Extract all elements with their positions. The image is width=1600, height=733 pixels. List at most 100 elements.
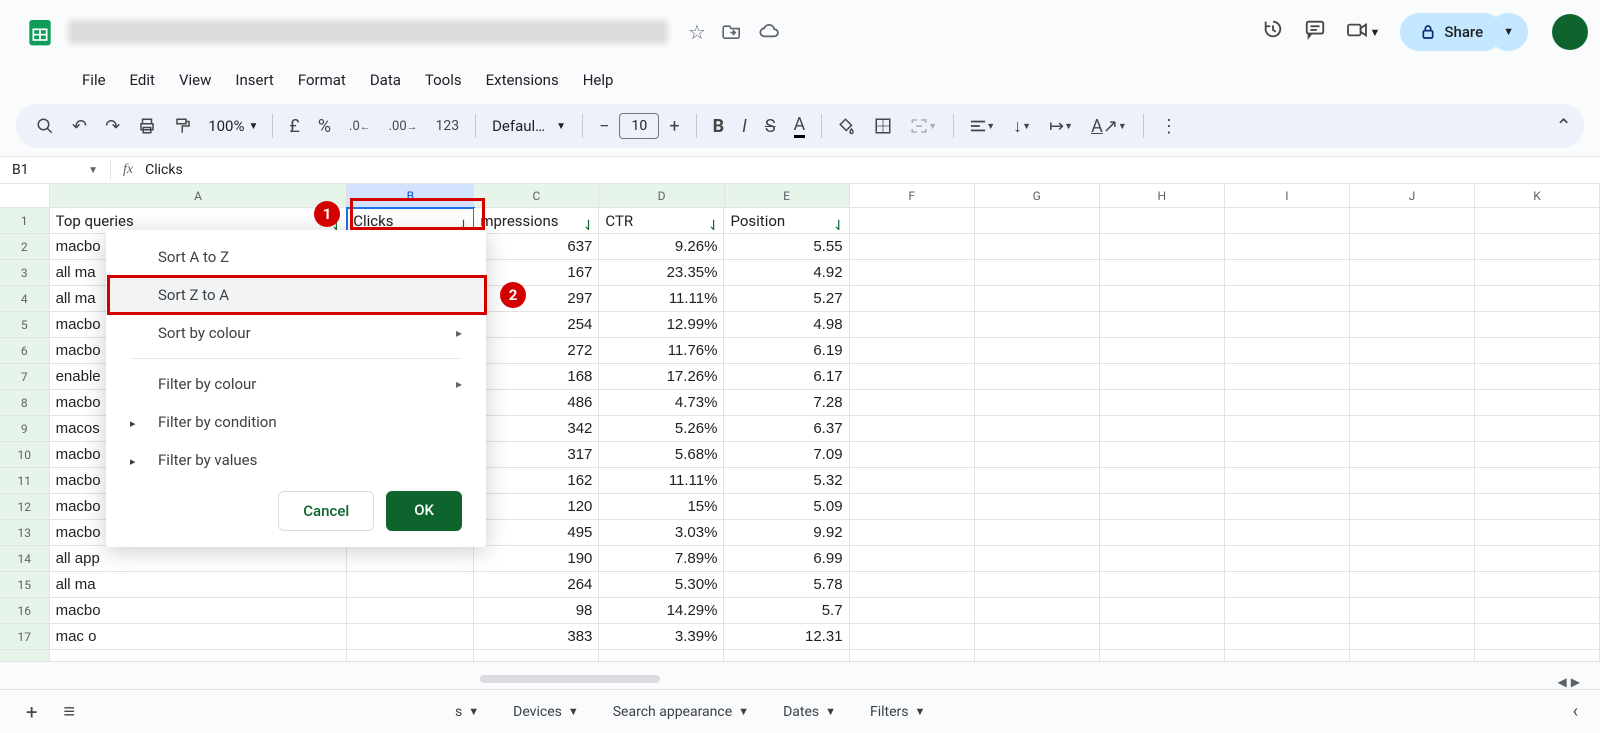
menu-extensions[interactable]: Extensions xyxy=(476,67,569,93)
cell[interactable] xyxy=(1225,338,1350,364)
cell[interactable]: 5.55 xyxy=(724,234,849,260)
cell[interactable] xyxy=(347,572,474,598)
cell[interactable] xyxy=(1350,390,1475,416)
row-header[interactable]: 16 xyxy=(0,598,50,624)
cell[interactable] xyxy=(1225,650,1350,662)
meet-dropdown-icon[interactable]: ▼ xyxy=(1370,26,1381,39)
cell[interactable]: 5.26% xyxy=(599,416,724,442)
cell[interactable]: 12.31 xyxy=(724,624,849,650)
cell[interactable]: 254 xyxy=(474,312,599,338)
account-avatar[interactable] xyxy=(1552,14,1588,50)
cell[interactable] xyxy=(1100,234,1225,260)
sort-by-colour[interactable]: Sort by colour▸ xyxy=(106,314,486,352)
cell[interactable] xyxy=(975,442,1100,468)
cell[interactable] xyxy=(975,468,1100,494)
cell[interactable] xyxy=(1100,338,1225,364)
row-header[interactable]: 7 xyxy=(0,364,50,390)
cell[interactable]: 168 xyxy=(474,364,599,390)
cell[interactable] xyxy=(1475,390,1600,416)
halign-icon[interactable]: ▼ xyxy=(962,113,1003,139)
tab-dropdown-icon[interactable]: ▼ xyxy=(825,705,836,718)
font-select[interactable]: Defaul… ▼ xyxy=(484,117,574,135)
cell[interactable]: 4.98 xyxy=(724,312,849,338)
move-icon[interactable] xyxy=(722,20,742,44)
cell[interactable]: 12.99% xyxy=(599,312,724,338)
cell[interactable] xyxy=(1350,208,1475,234)
cell[interactable] xyxy=(850,650,975,662)
cell[interactable]: 9.26% xyxy=(599,234,724,260)
cell[interactable]: mac o xyxy=(50,624,348,650)
cell[interactable] xyxy=(975,208,1100,234)
cell[interactable] xyxy=(1475,338,1600,364)
collapse-toolbar-icon[interactable]: ⌃ xyxy=(1555,114,1572,138)
comment-icon[interactable] xyxy=(1304,18,1326,46)
cell[interactable] xyxy=(347,624,474,650)
cell[interactable] xyxy=(975,416,1100,442)
cell[interactable] xyxy=(975,494,1100,520)
cell[interactable]: 98 xyxy=(474,598,599,624)
cell[interactable] xyxy=(1475,416,1600,442)
ok-button[interactable]: OK xyxy=(386,491,462,531)
cell[interactable] xyxy=(975,520,1100,546)
cell[interactable] xyxy=(599,650,724,662)
cell[interactable] xyxy=(1350,650,1475,662)
filter-by-colour[interactable]: Filter by colour▸ xyxy=(106,365,486,403)
select-all-corner[interactable] xyxy=(0,184,50,207)
cell[interactable] xyxy=(850,234,975,260)
cell[interactable]: 4.73% xyxy=(599,390,724,416)
cell[interactable] xyxy=(975,312,1100,338)
cell[interactable]: 5.09 xyxy=(724,494,849,520)
zoom-select[interactable]: 100% ▼ xyxy=(202,117,264,135)
cell[interactable]: 6.17 xyxy=(724,364,849,390)
col-header-B[interactable]: B xyxy=(347,184,474,207)
cell[interactable] xyxy=(975,260,1100,286)
cell[interactable] xyxy=(1475,546,1600,572)
row-header[interactable]: 9 xyxy=(0,416,50,442)
cell[interactable] xyxy=(347,546,474,572)
cell[interactable]: 7.28 xyxy=(724,390,849,416)
cell[interactable] xyxy=(50,650,348,662)
cell[interactable] xyxy=(1350,260,1475,286)
cell[interactable] xyxy=(1100,312,1225,338)
redo-icon[interactable]: ↷ xyxy=(97,110,128,143)
cell[interactable] xyxy=(850,286,975,312)
cell[interactable] xyxy=(347,650,474,662)
cell[interactable]: 383 xyxy=(474,624,599,650)
cell[interactable] xyxy=(1100,364,1225,390)
cell[interactable] xyxy=(1100,468,1225,494)
cell[interactable] xyxy=(1100,624,1225,650)
wrap-icon[interactable]: ↦ ▼ xyxy=(1041,110,1081,143)
cell[interactable]: 297 xyxy=(474,286,599,312)
cell[interactable] xyxy=(1475,286,1600,312)
cell[interactable]: 6.99 xyxy=(724,546,849,572)
cell[interactable] xyxy=(1100,494,1225,520)
cell[interactable]: all ma xyxy=(50,572,348,598)
cell[interactable]: 7.89% xyxy=(599,546,724,572)
increase-decimal-icon[interactable]: .00→ xyxy=(381,113,426,140)
cell[interactable] xyxy=(1225,260,1350,286)
cell[interactable]: 5.78 xyxy=(724,572,849,598)
cell[interactable]: 11.11% xyxy=(599,286,724,312)
cell[interactable] xyxy=(1225,234,1350,260)
cell[interactable]: 17.26% xyxy=(599,364,724,390)
merge-icon[interactable]: ▼ xyxy=(902,111,945,141)
tab-dropdown-icon[interactable]: ▼ xyxy=(915,705,926,718)
cell[interactable] xyxy=(1225,208,1350,234)
cell[interactable] xyxy=(1225,364,1350,390)
cell[interactable] xyxy=(1225,520,1350,546)
cell[interactable] xyxy=(1100,416,1225,442)
cell[interactable] xyxy=(347,598,474,624)
font-size-input[interactable]: 10 xyxy=(619,113,659,139)
cell[interactable]: 11.11% xyxy=(599,468,724,494)
history-icon[interactable] xyxy=(1262,18,1284,46)
row-header[interactable]: 8 xyxy=(0,390,50,416)
cell-C1[interactable]: mpressions⇃ xyxy=(474,208,599,234)
meet-icon[interactable] xyxy=(1346,20,1368,45)
cell[interactable] xyxy=(975,364,1100,390)
cell[interactable] xyxy=(975,598,1100,624)
cell[interactable] xyxy=(1350,234,1475,260)
cell[interactable]: 167 xyxy=(474,260,599,286)
share-dropdown[interactable]: ▼ xyxy=(1489,13,1528,51)
tab-dropdown-icon[interactable]: ▼ xyxy=(738,705,749,718)
cell[interactable] xyxy=(850,598,975,624)
